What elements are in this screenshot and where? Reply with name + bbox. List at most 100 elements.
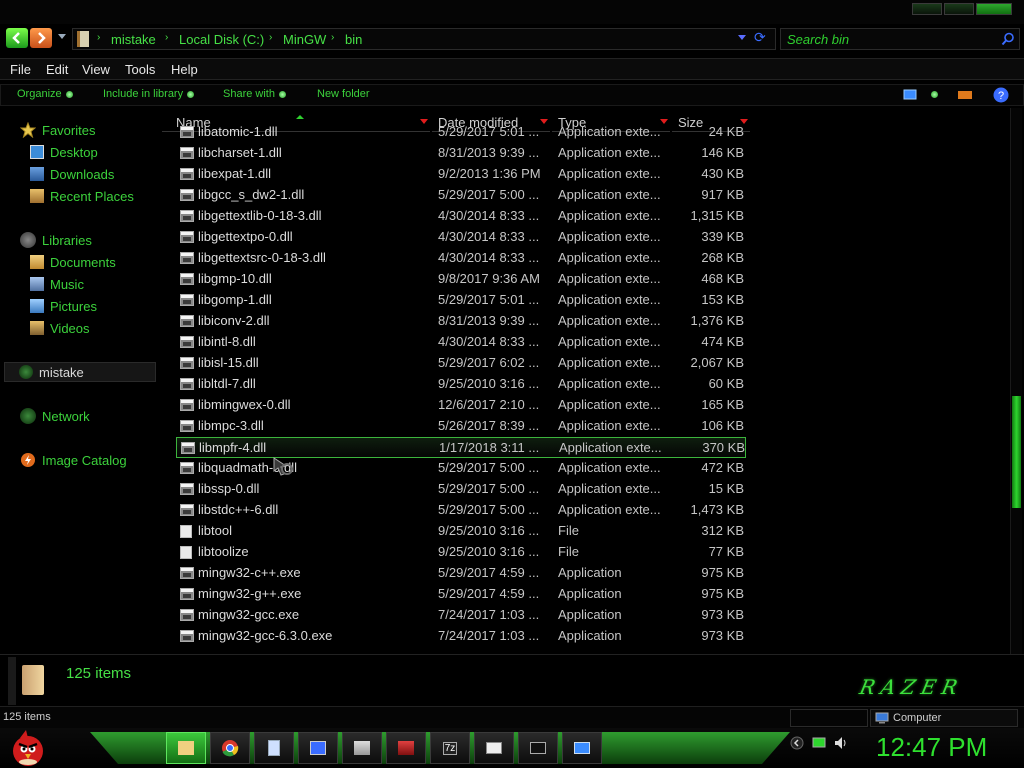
file-row[interactable]: libgomp-1.dll 5/29/2017 5:01 ... Applicati… xyxy=(176,290,746,311)
include-in-library-button[interactable]: Include in library xyxy=(103,88,195,100)
menu-view[interactable]: View xyxy=(82,62,110,77)
nav-downloads[interactable]: Downloads xyxy=(30,164,114,184)
breadcrumb-mingw[interactable]: MinGW xyxy=(283,32,326,47)
file-row[interactable]: libatomic-1.dll 5/29/2017 5:01 ... Applica… xyxy=(176,122,746,143)
file-row[interactable]: mingw32-g++.exe 5/29/2017 4:59 ... Applica… xyxy=(176,584,746,605)
start-button-angry-bird-icon[interactable] xyxy=(8,728,48,768)
network-tray-icon[interactable] xyxy=(812,736,826,750)
file-row[interactable]: libgettextsrc-0-18-3.dll 4/30/2014 8:33 .… xyxy=(176,248,746,269)
nav-homegroup-mistake[interactable]: mistake xyxy=(4,362,156,382)
address-history-dropdown[interactable] xyxy=(738,35,746,40)
file-row[interactable]: libisl-15.dll 5/29/2017 6:02 ... Applicati… xyxy=(176,353,746,374)
menu-file[interactable]: File xyxy=(10,62,31,77)
search-box[interactable] xyxy=(780,28,1020,50)
taskbar-installer-button[interactable] xyxy=(342,732,382,764)
breadcrumb-bin[interactable]: bin xyxy=(345,32,362,47)
address-bar[interactable]: › mistake › Local Disk (C:) › MinGW › bi… xyxy=(72,28,776,50)
nav-downloads-label: Downloads xyxy=(50,166,115,182)
search-icon[interactable] xyxy=(1001,32,1015,46)
breadcrumb-local-disk[interactable]: Local Disk (C:) xyxy=(179,32,264,47)
taskbar-clock[interactable]: 12:47 PM xyxy=(876,732,987,763)
menu-tools[interactable]: Tools xyxy=(125,62,155,77)
file-row[interactable]: libgmp-10.dll 9/8/2017 9:36 AM Application… xyxy=(176,269,746,290)
vertical-scrollbar[interactable] xyxy=(1010,108,1022,654)
file-type: Application exte... xyxy=(558,229,661,244)
taskbar-explorer-button[interactable] xyxy=(166,732,206,764)
file-type: Application exte... xyxy=(558,208,661,223)
nav-documents[interactable]: Documents xyxy=(30,252,116,272)
taskbar-chrome-button[interactable] xyxy=(210,732,250,764)
file-row[interactable]: libintl-8.dll 4/30/2014 8:33 ... Applicati… xyxy=(176,332,746,353)
taskbar-checklist-button[interactable] xyxy=(298,732,338,764)
menu-edit[interactable]: Edit xyxy=(46,62,68,77)
file-row[interactable]: libgettextlib-0-18-3.dll 4/30/2014 8:33 .… xyxy=(176,206,746,227)
nav-videos[interactable]: Videos xyxy=(30,318,90,338)
preview-pane-icon[interactable] xyxy=(957,89,973,101)
nav-libraries[interactable]: Libraries xyxy=(20,230,92,250)
file-row[interactable]: libssp-0.dll 5/29/2017 5:00 ... Applicatio… xyxy=(176,479,746,500)
recent-pages-dropdown[interactable] xyxy=(58,34,66,39)
view-dropdown-icon[interactable] xyxy=(931,91,938,98)
nav-image-catalog[interactable]: Image Catalog xyxy=(20,450,127,470)
search-input[interactable] xyxy=(787,31,997,47)
new-folder-button[interactable]: New folder xyxy=(317,88,370,100)
title-bar xyxy=(0,0,1024,24)
breadcrumb-separator[interactable]: › xyxy=(269,32,272,43)
refresh-icon[interactable]: ⟳ xyxy=(754,29,770,45)
file-row[interactable]: libgcc_s_dw2-1.dll 5/29/2017 5:00 ... Appl… xyxy=(176,185,746,206)
documents-icon xyxy=(30,255,44,269)
nav-music[interactable]: Music xyxy=(30,274,84,294)
help-icon[interactable]: ? xyxy=(993,87,1009,103)
nav-pictures[interactable]: Pictures xyxy=(30,296,97,316)
close-button[interactable] xyxy=(976,3,1012,15)
breadcrumb-separator[interactable]: › xyxy=(97,32,100,43)
view-options-icon[interactable] xyxy=(903,89,917,101)
breadcrumb-mistake[interactable]: mistake xyxy=(111,32,156,47)
taskbar-7zip-button[interactable]: 7z xyxy=(430,732,470,764)
app-icon xyxy=(180,252,194,264)
file-row[interactable]: libtoolize 9/25/2010 3:16 ... File 77 KB xyxy=(176,542,746,563)
file-size: 339 KB xyxy=(701,229,744,244)
file-row[interactable]: libexpat-1.dll 9/2/2013 1:36 PM Applicatio… xyxy=(176,164,746,185)
nav-pictures-label: Pictures xyxy=(50,298,97,314)
nav-desktop[interactable]: Desktop xyxy=(30,142,98,162)
file-row[interactable]: mingw32-gcc.exe 7/24/2017 1:03 ... Applica… xyxy=(176,605,746,626)
file-row[interactable]: mingw32-gcc-6.3.0.exe 7/24/2017 1:03 ... A… xyxy=(176,626,746,647)
file-row[interactable]: libtool 9/25/2010 3:16 ... File 312 KB xyxy=(176,521,746,542)
share-with-button[interactable]: Share with xyxy=(223,88,286,100)
back-button[interactable] xyxy=(6,28,28,48)
show-hidden-icons-icon[interactable] xyxy=(790,736,804,750)
taskbar-cmd-button[interactable] xyxy=(518,732,558,764)
file-row[interactable]: libquadmath-0.dll 5/29/2017 5:00 ... Appli… xyxy=(176,458,746,479)
nav-network[interactable]: Network xyxy=(20,406,90,426)
file-row[interactable]: libgettextpo-0.dll 4/30/2014 8:33 ... Appl… xyxy=(176,227,746,248)
nav-favorites[interactable]: Favorites xyxy=(20,120,95,140)
file-date-modified: 4/30/2014 8:33 ... xyxy=(438,208,540,223)
file-type: Application xyxy=(558,586,622,601)
nav-recent-places[interactable]: Recent Places xyxy=(30,186,134,206)
taskbar-notepad-button[interactable] xyxy=(254,732,294,764)
volume-icon[interactable] xyxy=(834,736,848,750)
breadcrumb-separator[interactable]: › xyxy=(331,32,334,43)
file-row[interactable]: libiconv-2.dll 8/31/2013 9:39 ... Applicat… xyxy=(176,311,746,332)
breadcrumb-separator[interactable]: › xyxy=(165,32,168,43)
network-icon xyxy=(20,408,36,424)
taskbar-control-button[interactable] xyxy=(562,732,602,764)
file-row[interactable]: libltdl-7.dll 9/25/2010 3:16 ... Applicati… xyxy=(176,374,746,395)
app-icon xyxy=(180,273,194,285)
taskbar-window-button[interactable] xyxy=(474,732,514,764)
file-size: 77 KB xyxy=(708,544,744,559)
file-row[interactable]: libmpc-3.dll 5/26/2017 8:39 ... Applicatio… xyxy=(176,416,746,437)
restore-button[interactable] xyxy=(944,3,974,15)
file-row[interactable]: libcharset-1.dll 8/31/2013 9:39 ... Applic… xyxy=(176,143,746,164)
forward-button[interactable] xyxy=(30,28,52,48)
file-row[interactable]: mingw32-c++.exe 5/29/2017 4:59 ... Applica… xyxy=(176,563,746,584)
menu-help[interactable]: Help xyxy=(171,62,198,77)
file-row[interactable]: libmpfr-4.dll 1/17/2018 3:11 ... Applicati… xyxy=(176,437,746,458)
scrollbar-thumb[interactable] xyxy=(1012,396,1021,508)
taskbar-app-button[interactable] xyxy=(386,732,426,764)
maximize-button[interactable] xyxy=(912,3,942,15)
file-row[interactable]: libstdc++-6.dll 5/29/2017 5:00 ... Applica… xyxy=(176,500,746,521)
file-row[interactable]: libmingwex-0.dll 12/6/2017 2:10 ... Applic… xyxy=(176,395,746,416)
organize-button[interactable]: Organize xyxy=(17,88,73,100)
